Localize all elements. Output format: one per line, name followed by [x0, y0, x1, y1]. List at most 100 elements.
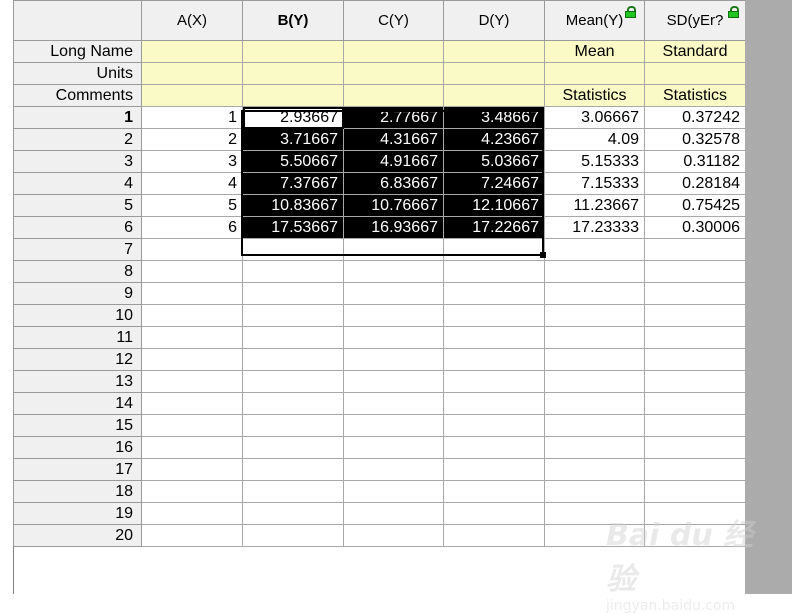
row-header[interactable]: 6 [13, 216, 142, 239]
cell-d[interactable] [443, 458, 545, 481]
cell-c[interactable]: 6.83667 [343, 172, 444, 195]
cell-d[interactable]: 5.03667 [443, 150, 545, 173]
meta-cell-mean[interactable] [544, 62, 645, 85]
row-header[interactable]: 19 [13, 502, 142, 525]
cell-b[interactable] [242, 458, 344, 481]
cell-b[interactable]: 5.50667 [242, 150, 344, 173]
meta-cell-b[interactable] [242, 40, 344, 63]
cell-sd[interactable] [644, 480, 746, 503]
row-header[interactable]: 12 [13, 348, 142, 371]
cell-a[interactable] [141, 458, 243, 481]
row-header[interactable]: 13 [13, 370, 142, 393]
cell-a[interactable]: 5 [141, 194, 243, 217]
cell-a[interactable]: 3 [141, 150, 243, 173]
cell-a[interactable] [141, 326, 243, 349]
cell-d[interactable] [443, 524, 545, 547]
meta-cell-sd[interactable]: Statistics [644, 84, 746, 107]
cell-c[interactable]: 10.76667 [343, 194, 444, 217]
cell-d[interactable] [443, 348, 545, 371]
cell-c[interactable] [343, 392, 444, 415]
cell-sd[interactable] [644, 370, 746, 393]
cell-c[interactable] [343, 304, 444, 327]
cell-a[interactable] [141, 370, 243, 393]
cell-c[interactable]: 4.91667 [343, 150, 444, 173]
cell-sd[interactable] [644, 282, 746, 305]
cell-mean[interactable] [544, 458, 645, 481]
cell-mean[interactable] [544, 282, 645, 305]
cell-d[interactable] [443, 414, 545, 437]
cell-a[interactable]: 6 [141, 216, 243, 239]
cell-c[interactable]: 16.93667 [343, 216, 444, 239]
cell-mean[interactable] [544, 260, 645, 283]
cell-a[interactable] [141, 304, 243, 327]
row-header[interactable]: 7 [13, 238, 142, 261]
cell-sd[interactable] [644, 436, 746, 459]
meta-cell-sd[interactable]: Standard [644, 40, 746, 63]
row-header[interactable]: 15 [13, 414, 142, 437]
cell-sd[interactable] [644, 458, 746, 481]
cell-a[interactable]: 4 [141, 172, 243, 195]
cell-mean[interactable]: 5.15333 [544, 150, 645, 173]
meta-cell-b[interactable] [242, 62, 344, 85]
corner-select-all[interactable] [13, 0, 142, 41]
cell-b[interactable] [242, 238, 344, 261]
cell-sd[interactable]: 0.32578 [644, 128, 746, 151]
column-header-c[interactable]: C(Y) [343, 0, 444, 41]
meta-cell-c[interactable] [343, 62, 444, 85]
cell-mean[interactable] [544, 414, 645, 437]
cell-c[interactable] [343, 436, 444, 459]
row-header[interactable]: 9 [13, 282, 142, 305]
meta-cell-a[interactable] [141, 84, 243, 107]
column-header-sd[interactable]: SD(yEr? [644, 0, 746, 41]
row-header[interactable]: 2 [13, 128, 142, 151]
cell-mean[interactable]: 4.09 [544, 128, 645, 151]
cell-mean[interactable]: 3.06667 [544, 106, 645, 129]
cell-b[interactable]: 7.37667 [242, 172, 344, 195]
row-header[interactable]: 14 [13, 392, 142, 415]
meta-cell-a[interactable] [141, 40, 243, 63]
cell-a[interactable] [141, 414, 243, 437]
cell-sd[interactable]: 0.37242 [644, 106, 746, 129]
cell-sd[interactable] [644, 414, 746, 437]
cell-c[interactable] [343, 502, 444, 525]
cell-b[interactable] [242, 348, 344, 371]
row-header[interactable]: 16 [13, 436, 142, 459]
cell-sd[interactable]: 0.75425 [644, 194, 746, 217]
column-header-mean[interactable]: Mean(Y) [544, 0, 645, 41]
cell-a[interactable] [141, 392, 243, 415]
row-header[interactable]: 4 [13, 172, 142, 195]
column-header-b[interactable]: B(Y) [242, 0, 344, 41]
cell-sd[interactable] [644, 348, 746, 371]
cell-b[interactable] [242, 260, 344, 283]
column-header-d[interactable]: D(Y) [443, 0, 545, 41]
cell-sd[interactable] [644, 392, 746, 415]
cell-a[interactable] [141, 502, 243, 525]
cell-a[interactable] [141, 524, 243, 547]
cell-a[interactable]: 2 [141, 128, 243, 151]
meta-cell-d[interactable] [443, 84, 545, 107]
cell-d[interactable]: 4.23667 [443, 128, 545, 151]
row-header[interactable]: 11 [13, 326, 142, 349]
cell-d[interactable] [443, 282, 545, 305]
cell-d[interactable] [443, 238, 545, 261]
cell-c[interactable] [343, 282, 444, 305]
cell-b[interactable] [242, 370, 344, 393]
cell-c[interactable] [343, 458, 444, 481]
cell-sd[interactable] [644, 326, 746, 349]
cell-b[interactable] [242, 304, 344, 327]
meta-cell-c[interactable] [343, 84, 444, 107]
cell-d[interactable]: 3.48667 [443, 106, 545, 129]
cell-d[interactable] [443, 326, 545, 349]
cell-c[interactable] [343, 260, 444, 283]
cell-b[interactable] [242, 480, 344, 503]
cell-d[interactable] [443, 392, 545, 415]
cell-b[interactable] [242, 502, 344, 525]
meta-cell-d[interactable] [443, 40, 545, 63]
meta-row-label[interactable]: Comments [13, 84, 142, 107]
cell-mean[interactable] [544, 370, 645, 393]
cell-d[interactable] [443, 260, 545, 283]
meta-cell-b[interactable] [242, 84, 344, 107]
meta-cell-sd[interactable] [644, 62, 746, 85]
meta-cell-c[interactable] [343, 40, 444, 63]
meta-cell-d[interactable] [443, 62, 545, 85]
